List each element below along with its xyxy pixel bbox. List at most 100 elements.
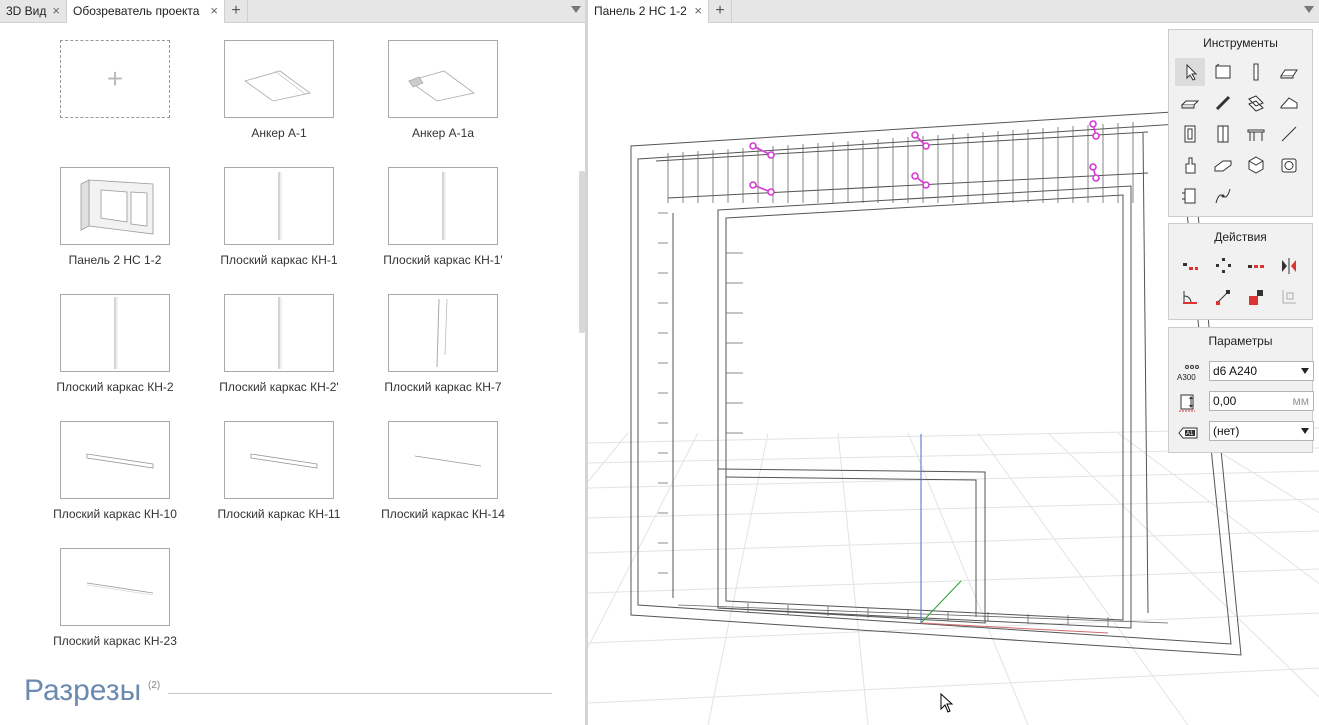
svg-text:A1: A1 <box>1186 431 1194 437</box>
tab-label: Панель 2 НС 1-2 <box>594 4 687 18</box>
beam-icon[interactable] <box>1175 89 1205 117</box>
item-label: Плоский каркас КН-11 <box>217 507 341 521</box>
rebar-cage <box>658 122 1169 627</box>
add-tab-icon[interactable]: + <box>709 0 732 22</box>
ground-grid <box>588 427 1319 725</box>
thumbnail <box>224 40 334 118</box>
svg-text:A300: A300 <box>1177 373 1196 382</box>
wall-icon[interactable] <box>1208 58 1238 86</box>
thumbnail <box>60 167 170 245</box>
roof-icon[interactable] <box>1274 89 1304 117</box>
scrollbar-thumb[interactable] <box>579 171 585 333</box>
chevron-down-icon <box>1301 368 1309 374</box>
left-tab-bar: 3D Вид × Обозреватель проекта × + <box>0 0 585 23</box>
polyhedron-icon[interactable] <box>1241 151 1271 179</box>
align-icon[interactable] <box>1208 283 1238 311</box>
thumbnail <box>224 167 334 245</box>
list-item[interactable]: Плоский каркас КН-7 <box>361 294 525 394</box>
opening-icon[interactable] <box>1208 151 1238 179</box>
rebar-type-row: A300 d6 A240 <box>1177 361 1314 383</box>
close-icon[interactable]: × <box>694 0 702 22</box>
offset-icon <box>1177 393 1199 412</box>
thumbnail <box>388 167 498 245</box>
list-item[interactable]: Плоский каркас КН-2 <box>33 294 197 394</box>
panel-title: Инструменты <box>1203 36 1278 50</box>
list-item[interactable]: Анкер А-1а <box>361 40 525 140</box>
rotate-icon[interactable] <box>1175 283 1205 311</box>
layer-tag-icon: A1 <box>1177 423 1199 441</box>
copy-props-icon[interactable] <box>1274 283 1304 311</box>
chevron-down-icon <box>1301 428 1309 434</box>
rebar-icon[interactable] <box>1208 89 1238 117</box>
section-title[interactable]: Разрезы <box>24 674 141 708</box>
list-item[interactable]: Анкер А-1 <box>197 40 361 140</box>
thumbnail <box>224 421 334 499</box>
rebar-type-value: d6 A240 <box>1213 364 1258 378</box>
scatter-icon[interactable] <box>1208 252 1238 280</box>
layer-row: A1 (нет) <box>1177 421 1314 443</box>
window-icon[interactable] <box>1175 120 1205 148</box>
section-count: (2) <box>148 680 161 691</box>
object-icon[interactable] <box>1175 151 1205 179</box>
list-item[interactable]: Плоский каркас КН-14 <box>361 421 525 521</box>
panel-wireframe <box>630 110 1242 656</box>
mesh-icon[interactable] <box>1241 89 1271 117</box>
rebar-class-icon: A300 <box>1177 363 1199 382</box>
mouse-cursor-icon <box>940 692 954 716</box>
list-item[interactable]: Плоский каркас КН-23 <box>33 548 197 648</box>
move-icon[interactable] <box>1175 252 1205 280</box>
layer-select[interactable]: (нет) <box>1209 421 1314 441</box>
plus-icon: + <box>106 63 124 94</box>
section-divider <box>168 693 552 694</box>
item-label: Плоский каркас КН-2 <box>56 380 174 394</box>
project-browser: + Анкер А-1 Анкер А-1а Панель 2 НС 1-2 П… <box>0 23 585 725</box>
thumbnail <box>388 421 498 499</box>
tab-label: Обозреватель проекта <box>73 4 200 18</box>
curve-icon[interactable] <box>1208 182 1238 210</box>
mirror-icon[interactable] <box>1274 252 1304 280</box>
item-label: Плоский каркас КН-2' <box>219 380 339 394</box>
rebar-type-select[interactable]: d6 A240 <box>1209 361 1314 381</box>
camera-icon[interactable] <box>1274 151 1304 179</box>
item-label: Плоский каркас КН-14 <box>381 507 505 521</box>
item-label: Плоский каркас КН-23 <box>53 634 177 648</box>
panel-title: Действия <box>1214 230 1267 244</box>
item-label: Анкер А-1 <box>251 126 307 140</box>
list-item[interactable]: Плоский каркас КН-2' <box>197 294 361 394</box>
thumbnail <box>60 421 170 499</box>
array-icon[interactable] <box>1241 252 1271 280</box>
line-icon[interactable] <box>1274 120 1304 148</box>
add-tab-icon[interactable]: + <box>225 0 248 22</box>
panel-title: Параметры <box>1208 334 1273 348</box>
add-item-button[interactable]: + <box>60 40 170 118</box>
thumbnail <box>388 294 498 372</box>
column-icon[interactable] <box>1241 58 1271 86</box>
thumbnail <box>60 548 170 626</box>
offset-unit: мм <box>1292 394 1310 408</box>
list-item[interactable]: Плоский каркас КН-10 <box>33 421 197 521</box>
slab-icon[interactable] <box>1274 58 1304 86</box>
tab-panel-view[interactable]: Панель 2 НС 1-2 × <box>588 0 709 23</box>
door-icon[interactable] <box>1208 120 1238 148</box>
list-item[interactable]: Плоский каркас КН-11 <box>197 421 361 521</box>
offset-input[interactable]: 0,00 мм <box>1209 391 1314 411</box>
select-icon[interactable] <box>1175 58 1205 86</box>
section-icon[interactable] <box>1175 182 1205 210</box>
item-label: Плоский каркас КН-7 <box>384 380 502 394</box>
tab-project-browser[interactable]: Обозреватель проекта × <box>67 0 225 23</box>
offset-row: 0,00 мм <box>1177 391 1314 413</box>
tab-menu-icon[interactable] <box>571 6 581 13</box>
close-icon[interactable]: × <box>210 0 218 22</box>
list-item[interactable]: Плоский каркас КН-1' <box>361 167 525 267</box>
item-label: Панель 2 НС 1-2 <box>68 253 162 267</box>
close-icon[interactable]: × <box>52 0 60 22</box>
list-item[interactable]: Панель 2 НС 1-2 <box>33 167 197 267</box>
stair-icon[interactable] <box>1241 120 1271 148</box>
item-label: Анкер А-1а <box>411 126 475 140</box>
tab-menu-icon[interactable] <box>1304 6 1314 13</box>
tab-label: 3D Вид <box>6 4 47 18</box>
thumbnail <box>224 294 334 372</box>
scale-icon[interactable] <box>1241 283 1271 311</box>
list-item[interactable]: Плоский каркас КН-1 <box>197 167 361 267</box>
tab-3d-view[interactable]: 3D Вид × <box>0 0 67 22</box>
